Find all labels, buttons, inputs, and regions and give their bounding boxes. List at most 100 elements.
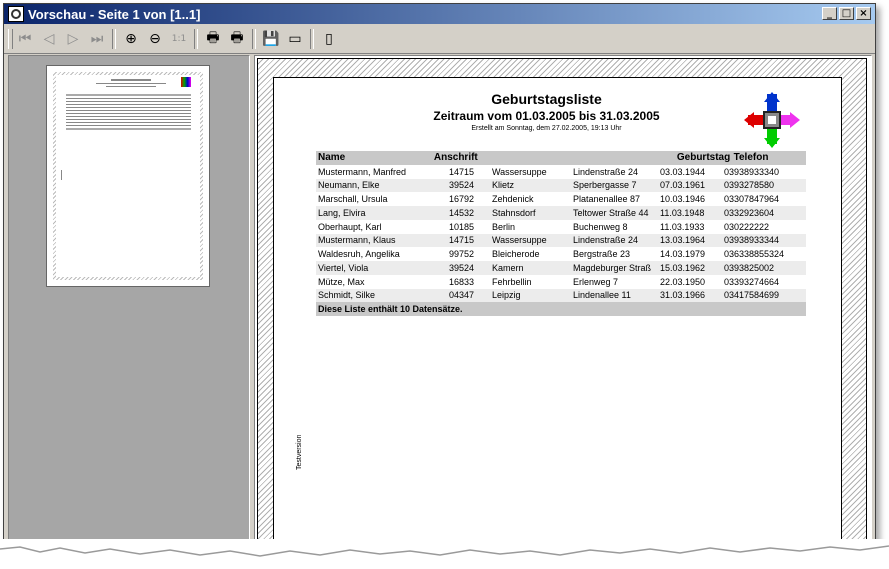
- cell-name: Viertel, Viola: [318, 262, 369, 273]
- cell-zip: 99752: [449, 249, 475, 260]
- toolbar-separator: [112, 29, 116, 49]
- cell-street: Teltower Straße 44: [573, 207, 649, 218]
- report-title: Geburtstagsliste: [491, 91, 602, 107]
- cell-phone: 03938933344: [724, 235, 780, 246]
- pane-splitter[interactable]: [250, 55, 253, 552]
- cell-name: Lang, Elvira: [318, 207, 366, 218]
- cell-name: Waldesruh, Angelika: [318, 249, 400, 260]
- cell-street: Sperbergasse 7: [573, 180, 637, 191]
- table-row: Neumann, Elke 39524 Klietz Sperbergasse 7 07…: [316, 178, 806, 193]
- toolbar: ⏮ ◁ ▷ ⏭ ⊕ ⊖ 1:1 🖶 🖶 💾 ▭ ▯: [4, 25, 875, 54]
- first-page-icon[interactable]: ⏮: [13, 28, 37, 50]
- table-footer: Diese Liste enthält 10 Datensätze.: [316, 302, 806, 316]
- table-row: Viertel, Viola 39524 Kamern Magdeburger Str…: [316, 261, 806, 275]
- minimize-button[interactable]: _: [822, 7, 837, 20]
- cell-zip: 14715: [449, 166, 475, 177]
- cell-street: Bergstraße 23: [573, 249, 631, 260]
- preview-window: Vorschau - Seite 1 von [1..1] _ □ × ⏮ ◁ …: [3, 3, 876, 553]
- save-icon[interactable]: 💾: [259, 28, 283, 50]
- cell-city: Stahnsdorf: [492, 207, 536, 218]
- cell-zip: 10185: [449, 221, 475, 232]
- cell-name: Mütze, Max: [318, 276, 365, 287]
- cell-birthday: 11.03.1948: [660, 207, 705, 218]
- cell-zip: 39524: [449, 262, 475, 273]
- zoom-in-icon[interactable]: ⊕: [119, 28, 143, 50]
- last-page-icon[interactable]: ⏭: [85, 28, 109, 50]
- cell-birthday: 31.03.1966: [660, 290, 706, 301]
- table-row: Mütze, Max 16833 Fehrbellin Erlenweg 7 22.03…: [316, 275, 806, 289]
- preview-app-icon: [8, 6, 24, 22]
- cell-birthday: 07.03.1961: [660, 180, 706, 191]
- cell-zip: 39524: [449, 180, 475, 191]
- table-header: Name Anschrift Geburtstag Telefon: [316, 151, 806, 165]
- cell-street: Erlenweg 7: [573, 276, 619, 287]
- print-icon[interactable]: 🖶: [201, 28, 225, 50]
- cell-birthday: 03.03.1944: [660, 166, 706, 177]
- record-count: Diese Liste enthält 10 Datensätze.: [318, 304, 463, 315]
- table-row: Oberhaupt, Karl 10185 Berlin Buchenweg 8 11.…: [316, 220, 806, 234]
- maximize-button[interactable]: □: [839, 7, 854, 20]
- cell-phone: 030222222: [724, 221, 770, 232]
- report-page: Geburtstagsliste Zeitraum vom 01.03.2005…: [273, 77, 842, 549]
- page-thumbnail[interactable]: [46, 65, 210, 287]
- cell-zip: 16833: [449, 276, 475, 287]
- toolbar-separator: [252, 29, 256, 49]
- cell-phone: 0393825002: [724, 262, 775, 273]
- cell-phone: 0332923604: [724, 207, 775, 218]
- torn-edge: [0, 539, 889, 569]
- cell-city: Kamern: [492, 262, 524, 273]
- close-button[interactable]: ×: [856, 7, 871, 20]
- cell-birthday: 22.03.1950: [660, 276, 706, 287]
- cell-zip: 14532: [449, 207, 475, 218]
- table-row: Marschall, Ursula 16792 Zehdenick Platanena…: [316, 192, 806, 206]
- cell-name: Oberhaupt, Karl: [318, 221, 382, 232]
- prev-page-icon[interactable]: ◁: [37, 28, 61, 50]
- zoom-out-icon[interactable]: ⊖: [143, 28, 167, 50]
- cell-name: Schmidt, Silke: [318, 290, 376, 301]
- cell-street: Lindenstraße 24: [573, 166, 639, 177]
- cell-street: Buchenweg 8: [573, 221, 628, 232]
- thumbnail-pane[interactable]: [8, 55, 250, 552]
- cell-city: Bleicherode: [492, 249, 540, 260]
- cell-birthday: 15.03.1962: [660, 262, 706, 273]
- preview-pane[interactable]: Geburtstagsliste Zeitraum vom 01.03.2005…: [254, 55, 872, 552]
- close-preview-icon[interactable]: ▯: [317, 28, 341, 50]
- cell-street: Lindenstraße 24: [573, 235, 639, 246]
- col-birthday: Geburtstag: [676, 152, 731, 164]
- col-phone: Telefon: [733, 152, 769, 164]
- cell-city: Klietz: [492, 180, 515, 191]
- col-address: Anschrift: [433, 152, 478, 164]
- report-created: Erstellt am Sonntag, dem 27.02.2005, 19:…: [471, 125, 622, 132]
- cell-city: Wassersuppe: [492, 166, 547, 177]
- cell-name: Neumann, Elke: [318, 180, 380, 191]
- cell-phone: 0393278580: [724, 180, 775, 191]
- cell-zip: 04347: [449, 290, 475, 301]
- cell-zip: 16792: [449, 194, 475, 205]
- table-row: Lang, Elvira 14532 Stahnsdorf Teltower Stra…: [316, 206, 806, 220]
- table-row: Schmidt, Silke 04347 Leipzig Lindenallee 11…: [316, 288, 806, 303]
- cell-phone: 03417584699: [724, 290, 780, 301]
- print-setup-icon[interactable]: 🖶: [225, 28, 249, 50]
- cell-city: Zehdenick: [492, 194, 534, 205]
- toolbar-separator: [310, 29, 314, 49]
- next-page-icon[interactable]: ▷: [61, 28, 85, 50]
- zoom-actual-size-icon[interactable]: 1:1: [167, 28, 191, 50]
- cell-phone: 03938933340: [724, 166, 780, 177]
- title-bar: Vorschau - Seite 1 von [1..1] _ □ ×: [4, 4, 875, 24]
- cell-birthday: 11.03.1933: [660, 221, 705, 232]
- cell-birthday: 14.03.1979: [660, 249, 706, 260]
- cell-city: Wassersuppe: [492, 235, 547, 246]
- table-row: Mustermann, Manfred 14715 Wassersuppe Linde…: [316, 165, 806, 179]
- toolbar-separator: [194, 29, 198, 49]
- cell-phone: 03393274664: [724, 276, 780, 287]
- cell-birthday: 10.03.1946: [660, 194, 706, 205]
- cell-city: Berlin: [492, 221, 516, 232]
- cell-street: Magdeburger Straß: [573, 262, 652, 273]
- table-row: Waldesruh, Angelika 99752 Bleicherode Bergs…: [316, 247, 806, 261]
- cell-name: Marschall, Ursula: [318, 194, 388, 205]
- birthday-table: Name Anschrift Geburtstag Telefon Muster…: [316, 151, 806, 316]
- export-icon[interactable]: ▭: [283, 28, 307, 50]
- cell-name: Mustermann, Klaus: [318, 235, 396, 246]
- cell-phone: 036338855324: [724, 249, 785, 260]
- report-subtitle: Zeitraum vom 01.03.2005 bis 31.03.2005: [433, 109, 660, 123]
